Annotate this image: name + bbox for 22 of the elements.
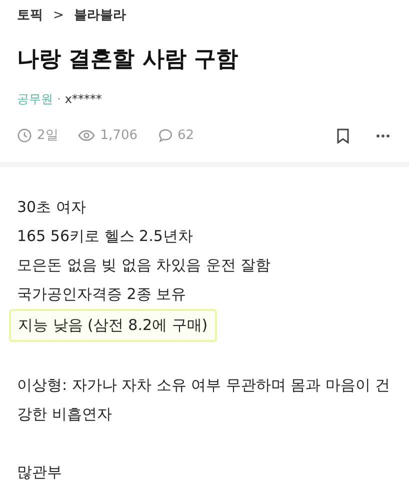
breadcrumb-link[interactable]: 블라블라: [74, 6, 126, 26]
post-text: 많관부: [17, 462, 62, 482]
clock-icon: [17, 128, 32, 143]
post-text: 지능 낮음 (삼전 8.2에 구매): [9, 308, 217, 342]
post-age: 2일: [37, 126, 58, 145]
post-text: 30초 여자: [17, 196, 86, 218]
more-button[interactable]: [374, 132, 392, 140]
author-name: x*****: [64, 90, 102, 108]
view-count: 1,706: [100, 126, 138, 145]
author-separator: ·: [57, 90, 61, 108]
comment-icon: [158, 128, 172, 143]
comment-count: 62: [178, 126, 194, 145]
post-text: 모은돈 없음 빚 없음 차있음 운전 잘함: [17, 254, 271, 276]
eye-icon: [78, 129, 96, 142]
more-icon: [376, 134, 390, 138]
breadcrumb-separator: >: [53, 7, 64, 25]
post-text: 이상형: 자가나 자차 소유 여부 무관하며 몸과 마음이 건강한 비흡연자: [17, 374, 392, 424]
bookmark-icon: [336, 128, 350, 144]
post-text: 165 56키로 헬스 2.5년차: [17, 226, 193, 246]
post-title: 나랑 결혼할 사람 구함: [17, 46, 239, 74]
breadcrumb-link[interactable]: 토픽: [17, 6, 43, 26]
post-text: 국가공인자격증 2종 보유: [17, 284, 186, 304]
